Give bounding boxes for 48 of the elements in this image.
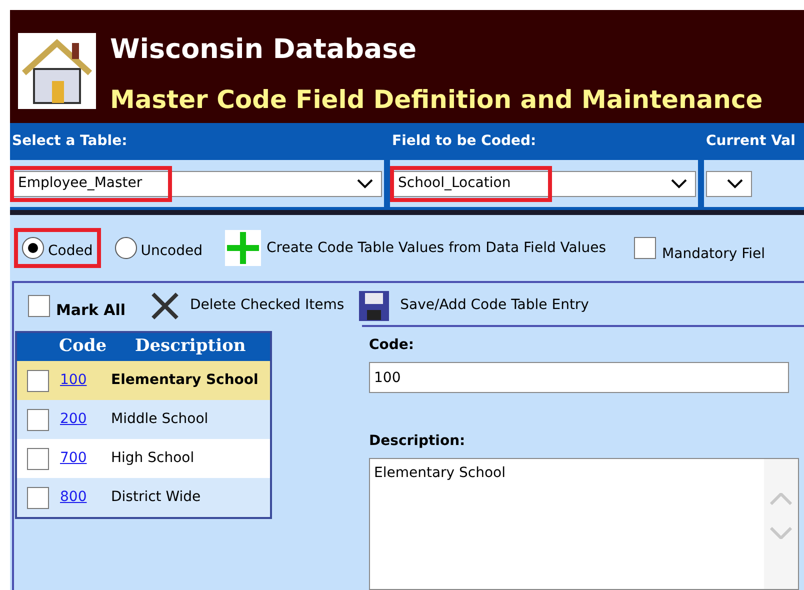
mark-all-label: Mark All [56, 300, 126, 322]
code-link[interactable]: 800 [60, 487, 111, 508]
radio-option[interactable]: Uncoded [106, 228, 211, 268]
column-header: Description [135, 335, 246, 358]
description-label: Description: [369, 432, 466, 451]
grid-row[interactable]: 200 Middle School [17, 400, 270, 439]
delete-button[interactable]: Delete Checked Items [150, 290, 344, 320]
page-title: Master Code Field Definition and Maintenance [110, 84, 763, 116]
description-value: Elementary School [373, 464, 507, 483]
chevron-down-icon [357, 178, 373, 188]
mandatory-checkbox[interactable] [634, 237, 656, 259]
selector-label: Field to be Coded: [391, 132, 538, 151]
save-button[interactable]: Save/Add Code Table Entry [358, 290, 589, 322]
row-checkbox[interactable] [27, 448, 49, 470]
chevron-down-icon [671, 178, 687, 188]
radio-option[interactable]: Coded [14, 228, 101, 268]
chevron-down-icon [727, 178, 743, 188]
dropdown-value: Employee_Master [17, 174, 142, 193]
mandatory-label: Mandatory Fiel [662, 244, 766, 264]
plus-icon [224, 230, 261, 266]
selector-label: Current Val [705, 132, 796, 151]
description-text: Middle School [111, 410, 208, 429]
description-textarea[interactable]: Elementary School [369, 458, 799, 590]
table-dropdown[interactable]: Employee_Master [12, 170, 382, 196]
grid-row[interactable]: 100 Elementary School [17, 361, 270, 400]
code-link[interactable]: 700 [60, 448, 111, 469]
app-title: Wisconsin Database [110, 33, 418, 67]
create-values-button[interactable]: Create Code Table Values from Data Field Values [224, 230, 606, 266]
mark-all-checkbox[interactable] [28, 294, 50, 316]
row-checkbox[interactable] [27, 486, 49, 508]
code-input[interactable]: 100 [369, 362, 789, 393]
description-text: High School [111, 449, 194, 468]
x-icon [150, 290, 180, 320]
house-icon [18, 33, 96, 109]
row-checkbox[interactable] [27, 370, 49, 392]
row-checkbox[interactable] [27, 408, 49, 430]
description-text: District Wide [111, 488, 201, 507]
column-header: Code [59, 335, 108, 358]
description-text: Elementary School [111, 371, 258, 390]
table-dropdown[interactable] [706, 170, 752, 196]
code-label: Code: [369, 336, 416, 355]
code-link[interactable]: 100 [60, 370, 111, 391]
table-dropdown[interactable]: School_Location [392, 170, 696, 196]
selector-label: Select a Table: [11, 132, 128, 151]
grid-row[interactable]: 800 District Wide [17, 478, 270, 517]
grid-row[interactable]: 700 High School [17, 439, 270, 478]
code-link[interactable]: 200 [60, 409, 111, 430]
dropdown-value: School_Location [397, 174, 511, 193]
